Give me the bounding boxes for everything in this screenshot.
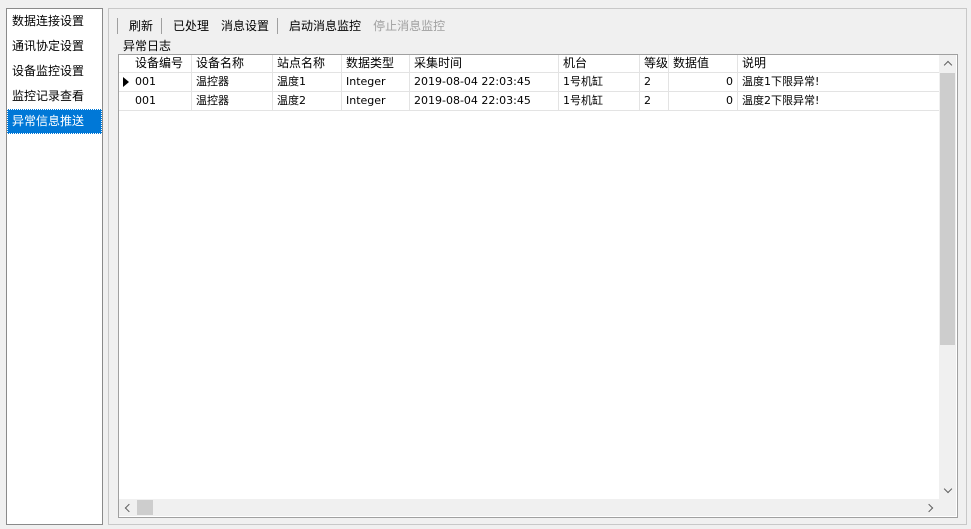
chevron-right-icon <box>924 503 934 512</box>
cell-data-type[interactable]: Integer <box>342 73 410 91</box>
cell-collect-time[interactable]: 2019-08-04 22:03:45 <box>410 73 559 91</box>
scroll-down-button[interactable] <box>939 482 956 499</box>
nav-item-device-monitor-settings[interactable]: 设备监控设置 <box>7 59 102 84</box>
alert-log-grid[interactable]: 设备编号 设备名称 站点名称 数据类型 采集时间 机台 等级 数据值 说明 00… <box>118 54 958 518</box>
toolbar-grip <box>117 18 118 34</box>
row-header[interactable] <box>119 92 131 110</box>
toolbar-separator <box>161 18 163 34</box>
cell-description[interactable]: 温度2下限异常! <box>738 92 939 110</box>
nav-item-monitor-records[interactable]: 监控记录查看 <box>7 84 102 109</box>
scroll-left-button[interactable] <box>119 499 136 516</box>
cell-device-name[interactable]: 温控器 <box>192 92 273 110</box>
alert-push-panel: 刷新 已处理 消息设置 启动消息监控 停止消息监控 异常日志 设备编号 设备名称… <box>108 8 967 525</box>
cell-description[interactable]: 温度1下限异常! <box>738 73 939 91</box>
grid-header: 设备编号 设备名称 站点名称 数据类型 采集时间 机台 等级 数据值 说明 <box>119 55 939 73</box>
col-header-device-name[interactable]: 设备名称 <box>192 55 273 72</box>
start-monitor-button[interactable]: 启动消息监控 <box>283 16 367 36</box>
nav-item-protocol-settings[interactable]: 通讯协定设置 <box>7 34 102 59</box>
cell-level[interactable]: 2 <box>640 73 669 91</box>
cell-collect-time[interactable]: 2019-08-04 22:03:45 <box>410 92 559 110</box>
col-header-station-name[interactable]: 站点名称 <box>273 55 342 72</box>
cell-device-name[interactable]: 温控器 <box>192 73 273 91</box>
vertical-scrollbar[interactable] <box>939 55 956 499</box>
col-header-data-value[interactable]: 数据值 <box>669 55 738 72</box>
vertical-scroll-thumb[interactable] <box>940 73 955 345</box>
col-header-description[interactable]: 说明 <box>738 55 939 72</box>
chevron-up-icon <box>943 60 952 70</box>
col-header-collect-time[interactable]: 采集时间 <box>410 55 559 72</box>
cell-data-type[interactable]: Integer <box>342 92 410 110</box>
chevron-down-icon <box>943 484 952 494</box>
col-header-machine[interactable]: 机台 <box>559 55 640 72</box>
refresh-button[interactable]: 刷新 <box>123 16 159 36</box>
scroll-right-button[interactable] <box>922 499 939 516</box>
cell-station-name[interactable]: 温度1 <box>273 73 342 91</box>
scroll-up-button[interactable] <box>939 55 956 72</box>
nav-item-data-connection-settings[interactable]: 数据连接设置 <box>7 9 102 34</box>
cell-level[interactable]: 2 <box>640 92 669 110</box>
col-header-level[interactable]: 等级 <box>640 55 669 72</box>
horizontal-scrollbar[interactable] <box>119 499 939 516</box>
stop-monitor-button: 停止消息监控 <box>373 19 446 33</box>
row-header[interactable] <box>119 73 131 91</box>
col-header-data-type[interactable]: 数据类型 <box>342 55 410 72</box>
nav-item-alert-push[interactable]: 异常信息推送 <box>7 109 102 134</box>
scrollbar-corner <box>939 499 956 516</box>
table-row[interactable]: 001 温控器 温度1 Integer 2019-08-04 22:03:45 … <box>119 73 939 92</box>
col-header-device-id[interactable]: 设备编号 <box>131 55 192 72</box>
cell-device-id[interactable]: 001 <box>131 73 192 91</box>
log-group-title: 异常日志 <box>123 39 172 53</box>
cell-machine[interactable]: 1号机缸 <box>559 73 640 91</box>
cell-device-id[interactable]: 001 <box>131 92 192 110</box>
chevron-left-icon <box>124 503 134 512</box>
toolbar: 刷新 已处理 消息设置 启动消息监控 停止消息监控 <box>115 15 451 37</box>
current-row-arrow-icon <box>123 77 129 87</box>
horizontal-scroll-thumb[interactable] <box>137 500 153 515</box>
cell-data-value[interactable]: 0 <box>669 92 738 110</box>
toolbar-separator <box>277 18 279 34</box>
table-row[interactable]: 001 温控器 温度2 Integer 2019-08-04 22:03:45 … <box>119 92 939 111</box>
cell-machine[interactable]: 1号机缸 <box>559 92 640 110</box>
mark-processed-button[interactable]: 已处理 <box>167 16 215 36</box>
cell-data-value[interactable]: 0 <box>669 73 738 91</box>
cell-station-name[interactable]: 温度2 <box>273 92 342 110</box>
message-settings-button[interactable]: 消息设置 <box>215 16 275 36</box>
function-nav-list[interactable]: 数据连接设置 通讯协定设置 设备监控设置 监控记录查看 异常信息推送 <box>6 8 103 525</box>
